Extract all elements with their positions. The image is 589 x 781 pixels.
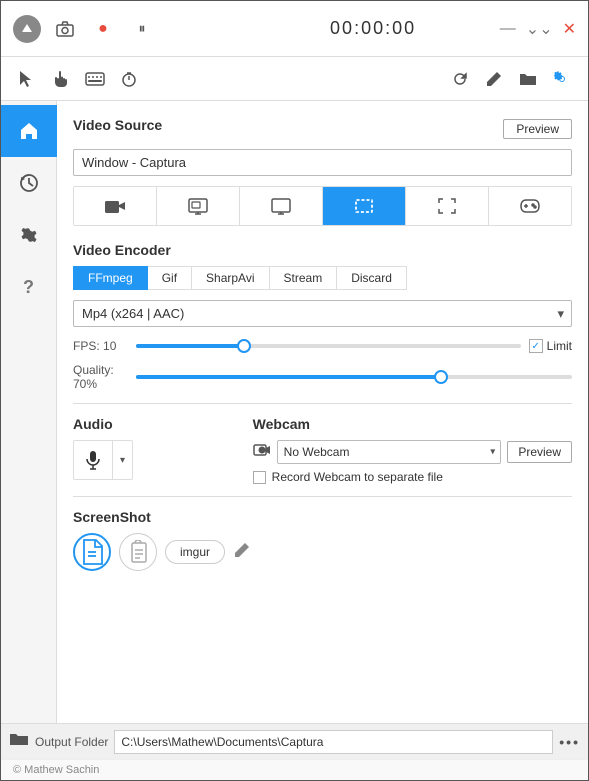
- video-encoder-title: Video Encoder: [73, 242, 572, 258]
- sidebar-item-home[interactable]: [1, 105, 57, 157]
- refresh-tool[interactable]: [446, 65, 474, 93]
- content-area: Video Source Preview: [57, 101, 588, 723]
- audio-title: Audio: [73, 416, 233, 432]
- video-source-input[interactable]: [73, 149, 572, 176]
- webcam-record-label: Record Webcam to separate file: [272, 470, 443, 484]
- fps-slider-fill: [136, 344, 244, 348]
- app-icon-button[interactable]: [13, 15, 41, 43]
- toolbar-tools: [13, 65, 438, 93]
- fps-slider-track[interactable]: [136, 344, 521, 348]
- fps-slider-thumb[interactable]: [237, 339, 251, 353]
- source-camera-button[interactable]: [74, 187, 157, 225]
- source-region-button[interactable]: [323, 187, 406, 225]
- video-source-header: Video Source Preview: [73, 117, 572, 141]
- quality-slider-track[interactable]: [136, 375, 572, 379]
- source-monitor-window-button[interactable]: [157, 187, 240, 225]
- toolbar: [1, 57, 588, 101]
- source-monitor-button[interactable]: [240, 187, 323, 225]
- fps-limit-label: Limit: [547, 339, 572, 353]
- sidebar-item-help[interactable]: ?: [1, 261, 57, 313]
- folder-tool[interactable]: [514, 65, 542, 93]
- copyright-bar: © Mathew Sachin: [1, 759, 588, 780]
- fps-label: FPS: 10: [73, 339, 128, 353]
- main-layout: ? Video Source Preview: [1, 101, 588, 723]
- screenshot-buttons-row: imgur: [73, 533, 572, 571]
- screenshot-clipboard-button[interactable]: [119, 533, 157, 571]
- screenshot-button[interactable]: [51, 15, 79, 43]
- sidebar-item-history[interactable]: [1, 157, 57, 209]
- screenshot-edit-button[interactable]: [233, 541, 251, 564]
- titlebar-left: ● ⏸: [13, 15, 246, 43]
- divider-2: [73, 496, 572, 497]
- record-button[interactable]: ●: [89, 15, 117, 43]
- encoder-tabs: FFmpeg Gif SharpAvi Stream Discard: [73, 266, 572, 290]
- minimize-button[interactable]: —: [500, 20, 516, 38]
- webcam-select-wrap: No Webcam: [277, 440, 502, 464]
- webcam-record-checkbox[interactable]: [253, 471, 266, 484]
- screenshot-title: ScreenShot: [73, 509, 572, 525]
- pause-button[interactable]: ⏸: [127, 15, 155, 43]
- quality-label: Quality: 70%: [73, 363, 128, 391]
- screenshot-imgur-button[interactable]: imgur: [165, 540, 225, 564]
- cursor-tool[interactable]: [13, 65, 41, 93]
- audio-section: Audio ▾: [73, 416, 233, 484]
- sidebar: ?: [1, 101, 57, 723]
- webcam-icon: [253, 443, 271, 462]
- webcam-controls-row: No Webcam Preview: [253, 440, 572, 464]
- audio-mic-button[interactable]: [74, 441, 112, 479]
- audio-dropdown-button[interactable]: ▾: [112, 441, 132, 479]
- timer-tool[interactable]: [115, 65, 143, 93]
- pen-tool[interactable]: [480, 65, 508, 93]
- source-fullscreen-button[interactable]: [406, 187, 489, 225]
- encoder-tab-discard[interactable]: Discard: [336, 266, 407, 290]
- encoder-tab-ffmpeg[interactable]: FFmpeg: [73, 266, 148, 290]
- timer-display: 00:00:00: [256, 18, 489, 39]
- source-gamepad-button[interactable]: [489, 187, 571, 225]
- webcam-section: Webcam No Webcam: [253, 416, 572, 484]
- titlebar-right: — ⌄⌄ ✕: [500, 19, 576, 39]
- quality-slider-thumb[interactable]: [434, 370, 448, 384]
- webcam-preview-button[interactable]: Preview: [507, 441, 572, 463]
- encoder-tab-stream[interactable]: Stream: [269, 266, 338, 290]
- quality-slider-fill: [136, 375, 441, 379]
- sidebar-item-settings[interactable]: [1, 209, 57, 261]
- copyright-text: © Mathew Sachin: [13, 764, 99, 776]
- fps-limit-check: ✓ Limit: [529, 339, 572, 353]
- screenshot-file-button[interactable]: [73, 533, 111, 571]
- webcam-record-row: Record Webcam to separate file: [253, 470, 572, 484]
- video-source-title: Video Source: [73, 117, 162, 133]
- keyboard-tool[interactable]: [81, 65, 109, 93]
- video-source-type-row: [73, 186, 572, 226]
- titlebar: ● ⏸ 00:00:00 — ⌄⌄ ✕: [1, 1, 588, 57]
- divider-1: [73, 403, 572, 404]
- footer-more-button[interactable]: •••: [559, 734, 580, 750]
- webcam-title: Webcam: [253, 416, 572, 432]
- audio-webcam-row: Audio ▾ Webcam: [73, 416, 572, 484]
- codec-select-wrap: Mp4 (x264 | AAC) Mp4 (x264) Mp4 (AAC) Mk…: [73, 300, 572, 327]
- video-source-preview-button[interactable]: Preview: [503, 119, 572, 139]
- quality-row: Quality: 70%: [73, 363, 572, 391]
- hand-tool[interactable]: [47, 65, 75, 93]
- settings-tool[interactable]: [548, 65, 576, 93]
- footer-folder-label: Output Folder: [35, 735, 108, 749]
- codec-select[interactable]: Mp4 (x264 | AAC) Mp4 (x264) Mp4 (AAC) Mk…: [73, 300, 572, 327]
- footer-path-display: C:\Users\Mathew\Documents\Captura: [114, 730, 553, 754]
- expand-button[interactable]: ⌄⌄: [526, 19, 553, 39]
- encoder-tab-gif[interactable]: Gif: [147, 266, 192, 290]
- fps-limit-checkbox[interactable]: ✓: [529, 339, 543, 353]
- footer-folder-icon: [9, 731, 29, 752]
- toolbar-right-tools: [446, 65, 576, 93]
- footer: Output Folder C:\Users\Mathew\Documents\…: [1, 723, 588, 759]
- webcam-select[interactable]: No Webcam: [277, 440, 502, 464]
- encoder-tab-sharpavi[interactable]: SharpAvi: [191, 266, 269, 290]
- audio-controls: ▾: [73, 440, 133, 480]
- close-button[interactable]: ✕: [563, 19, 576, 39]
- fps-row: FPS: 10 ✓ Limit: [73, 339, 572, 353]
